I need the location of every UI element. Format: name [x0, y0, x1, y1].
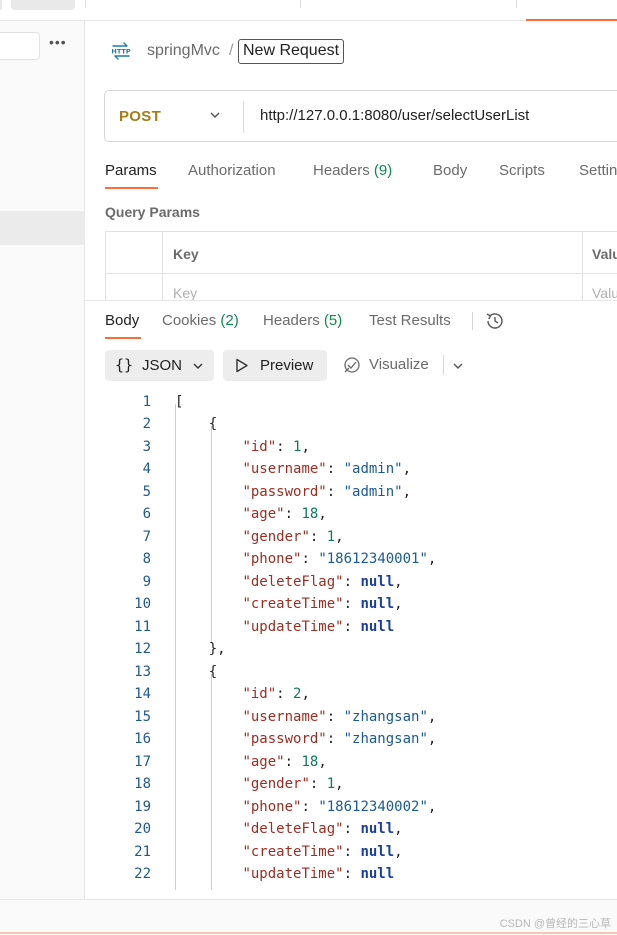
line-number: 9 [142, 574, 151, 590]
response-tab-cookies[interactable]: Cookies (2) [162, 312, 239, 329]
code-line: "id": 2, [242, 686, 310, 702]
line-number: 11 [134, 619, 151, 635]
watermark: CSDN @曾经的三心草 [499, 918, 611, 930]
code-line: "createTime": null, [242, 596, 403, 612]
response-pane-divider[interactable] [85, 300, 617, 301]
code-line: "age": 18, [242, 754, 327, 770]
code-line: "gender": 1, [242, 529, 344, 545]
query-params-title: Query Params [105, 204, 200, 220]
divider [0, 932, 617, 934]
code-line: "phone": "18612340002", [242, 799, 437, 815]
sidebar: ••• [0, 21, 85, 899]
line-number: 13 [134, 664, 151, 680]
code-line: "deleteFlag": null, [242, 574, 403, 590]
active-tab-indicator [105, 337, 141, 339]
line-number: 22 [134, 866, 151, 882]
code-line: "updateTime": null [242, 619, 395, 635]
visualize-button[interactable]: Visualize [369, 356, 429, 373]
column-header-value: Valu [592, 246, 617, 262]
play-icon [236, 358, 248, 373]
code-line: { [175, 664, 218, 680]
line-number: 21 [134, 844, 151, 860]
tab-strip [0, 0, 617, 21]
method-select[interactable]: POST [119, 108, 161, 125]
line-number: 10 [134, 596, 151, 612]
code-line: [ [175, 394, 184, 410]
divider [243, 101, 244, 133]
line-number: 12 [134, 641, 151, 657]
toolbar-button[interactable] [0, 0, 2, 10]
breadcrumb-separator: / [229, 42, 234, 59]
more-options-icon[interactable]: ••• [49, 34, 67, 50]
line-number: 15 [134, 709, 151, 725]
line-number: 4 [142, 461, 151, 477]
column-header-key: Key [173, 246, 199, 262]
code-line: "deleteFlag": null, [242, 821, 403, 837]
active-tab-indicator [526, 19, 617, 21]
preview-label: Preview [260, 357, 314, 374]
preview-button[interactable]: Preview [223, 350, 327, 381]
tab-headers[interactable]: Headers (9) [313, 162, 392, 179]
code-line: "age": 18, [242, 506, 327, 522]
visualize-icon [344, 357, 360, 373]
code-line: "password": "zhangsan", [242, 731, 437, 747]
divider [472, 312, 473, 330]
tab-settings[interactable]: Settin [579, 162, 617, 179]
chevron-down-icon[interactable] [209, 109, 221, 121]
response-tab-headers[interactable]: Headers (5) [263, 312, 342, 329]
http-request-icon: HTTP [111, 42, 131, 60]
line-number: 8 [142, 551, 151, 567]
active-tab-indicator [105, 187, 158, 189]
braces-icon: {} [115, 356, 134, 374]
line-number: 3 [142, 439, 151, 455]
response-tab-body[interactable]: Body [105, 312, 139, 329]
code-line: "password": "admin", [242, 484, 412, 500]
line-number: 16 [134, 731, 151, 747]
line-number: 18 [134, 776, 151, 792]
code-line: "username": "zhangsan", [242, 709, 437, 725]
line-number: 6 [142, 506, 151, 522]
query-params-table: Key Valu Key Valu [105, 231, 617, 301]
history-icon[interactable] [484, 310, 506, 332]
format-json-dropdown[interactable]: {} JSON [105, 350, 214, 381]
sidebar-selected-item[interactable] [0, 211, 85, 245]
divider [443, 355, 444, 375]
request-name-field[interactable]: New Request [238, 39, 345, 64]
line-number: 5 [142, 484, 151, 500]
chevron-down-icon [193, 363, 203, 369]
line-number: 20 [134, 821, 151, 837]
code-line: { [175, 416, 218, 432]
param-key-input[interactable]: Key [173, 285, 197, 301]
breadcrumb-collection[interactable]: springMvc [147, 42, 220, 60]
format-label: JSON [142, 357, 183, 374]
code-line: "gender": 1, [242, 776, 344, 792]
divider [85, 0, 86, 8]
url-bar: POST http://127.0.0.1:8080/user/selectUs… [104, 90, 617, 142]
code-line: "id": 1, [242, 439, 310, 455]
tab-body[interactable]: Body [433, 162, 467, 179]
line-number: 14 [134, 686, 151, 702]
line-number: 19 [134, 799, 151, 815]
line-number: 2 [142, 416, 151, 432]
divider [300, 0, 301, 8]
chevron-down-icon[interactable] [452, 360, 464, 372]
param-value-input[interactable]: Valu [592, 285, 617, 301]
sidebar-search-input[interactable] [0, 32, 40, 60]
code-line: "username": "admin", [242, 461, 412, 477]
url-input[interactable]: http://127.0.0.1:8080/user/selectUserLis… [260, 107, 529, 124]
response-tab-test-results[interactable]: Test Results [369, 312, 451, 329]
tab-params[interactable]: Params [105, 162, 157, 179]
code-line: "phone": "18612340001", [242, 551, 437, 567]
code-line: "updateTime": null [242, 866, 395, 882]
code-line: }, [175, 641, 226, 657]
tab-authorization[interactable]: Authorization [188, 162, 276, 179]
line-number: 1 [142, 394, 151, 410]
tab-scripts[interactable]: Scripts [499, 162, 545, 179]
line-number: 17 [134, 754, 151, 770]
code-line: "createTime": null, [242, 844, 403, 860]
line-number: 7 [142, 529, 151, 545]
divider [516, 0, 517, 8]
svg-text:HTTP: HTTP [111, 48, 130, 56]
toolbar-button[interactable] [11, 0, 75, 10]
